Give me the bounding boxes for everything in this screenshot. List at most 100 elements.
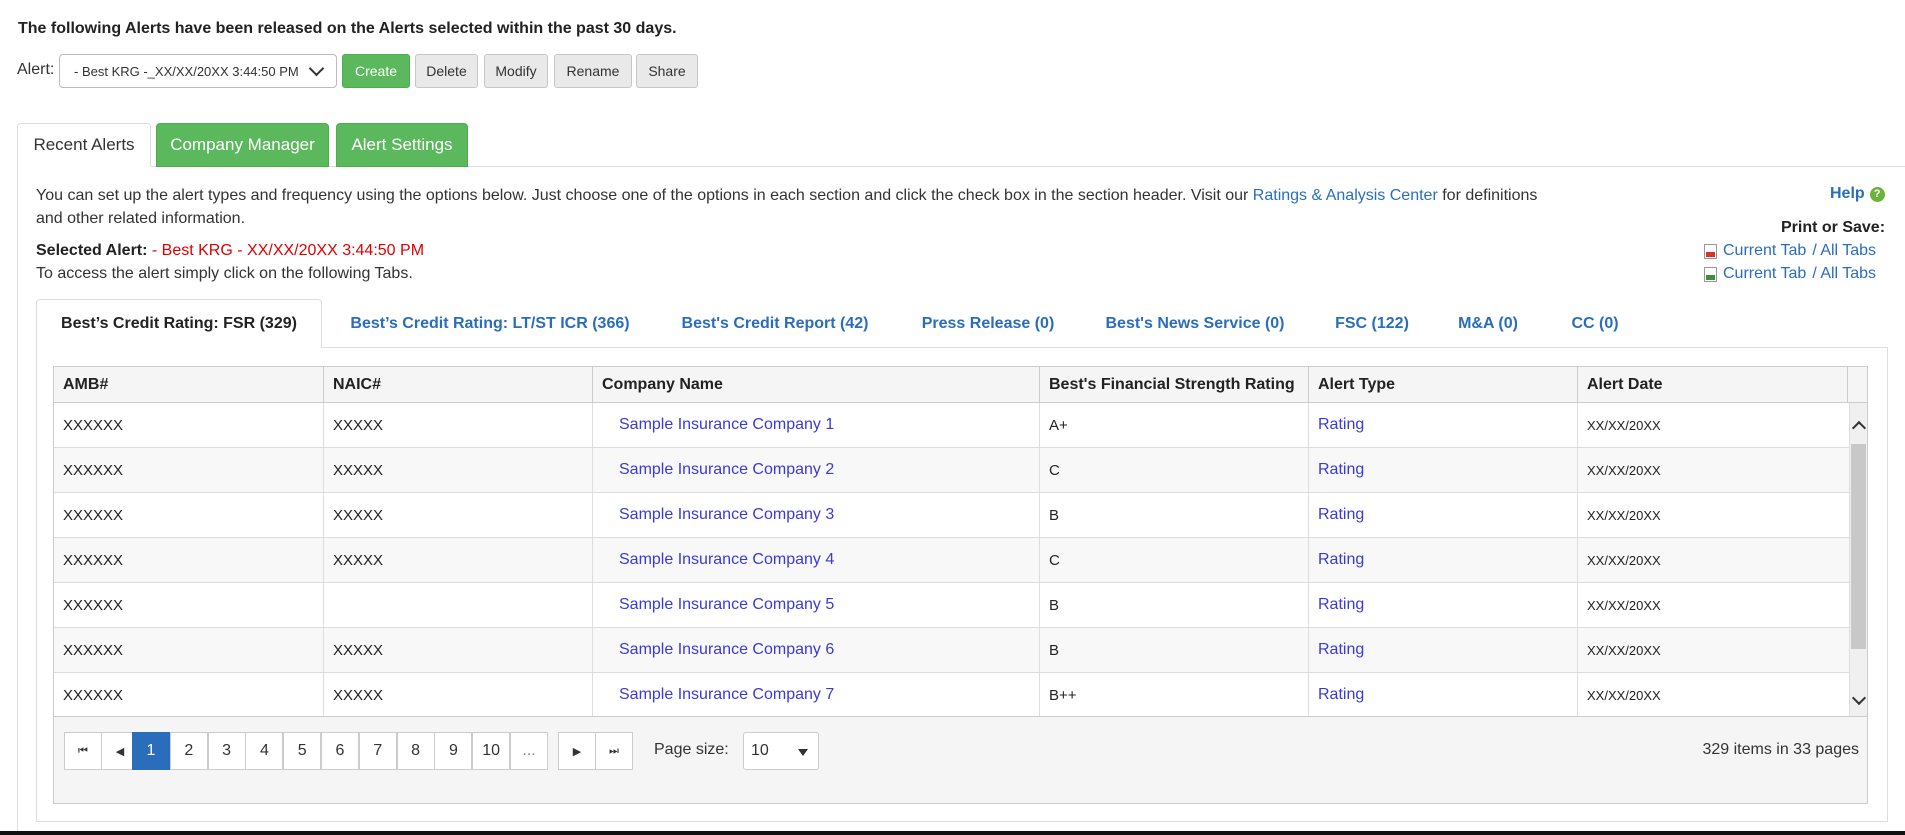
subtab-cc[interactable]: CC (0) [1555,299,1635,348]
question-icon: ? [1869,186,1885,202]
next-page-icon[interactable]: ▶ [558,732,596,770]
cell-company-name[interactable]: Sample Insurance Company 3 [593,493,1040,537]
cell-alert-date: XX/XX/20XX [1578,673,1850,716]
cell-company-name[interactable]: Sample Insurance Company 4 [593,538,1040,582]
cell-fsr: B [1040,583,1309,627]
cell-naic: XXXXX [324,673,593,716]
pdf-all-tabs-link[interactable]: / All Tabs [1812,242,1876,260]
selected-alert-value: - Best KRG - XX/XX/20XX 3:44:50 PM [147,242,425,259]
cell-company-name[interactable]: Sample Insurance Company 7 [593,673,1040,716]
page-button[interactable]: 6 [321,732,359,770]
cell-alert-date: XX/XX/20XX [1578,538,1850,582]
delete-button[interactable]: Delete [415,54,478,88]
print-save-label: Print or Save: [1781,219,1886,236]
cell-company-name[interactable]: Sample Insurance Company 5 [593,583,1040,627]
table-row[interactable]: XXXXXX XXXXX Sample Insurance Company 6 B Ra… [54,628,1850,673]
cell-fsr: B [1040,493,1309,537]
cell-alert-type[interactable]: Rating [1309,448,1578,492]
access-instructions: To access the alert simply click on the … [36,265,413,282]
cell-company-name[interactable]: Sample Insurance Company 2 [593,448,1040,492]
page-button[interactable]: 9 [434,732,473,770]
column-header-naic[interactable]: NAIC# [324,367,593,402]
cell-alert-type[interactable]: Rating [1309,493,1578,537]
table-row[interactable]: XXXXXX XXXXX Sample Insurance Company 3 B Ra… [54,493,1850,538]
pdf-current-tab-link[interactable]: Current Tab [1723,242,1806,260]
last-page-icon[interactable]: ⏭ [595,732,633,770]
first-page-icon[interactable]: ⏮ [64,732,102,770]
cell-alert-type[interactable]: Rating [1309,403,1578,447]
page-size-label: Page size: [654,741,729,758]
cell-alert-type[interactable]: Rating [1309,538,1578,582]
grid-scrollbar[interactable] [1850,403,1867,716]
cell-amb: XXXXXX [54,538,324,582]
page-button[interactable]: 10 [472,732,511,770]
page-button[interactable]: 4 [245,732,284,770]
cell-fsr: A+ [1040,403,1309,447]
cell-alert-date: XX/XX/20XX [1578,493,1850,537]
page-size-select[interactable]: 10 [743,732,819,770]
tab-recent-alerts[interactable]: Recent Alerts [17,123,151,167]
column-header-alert-type[interactable]: Alert Type [1309,367,1578,402]
cell-alert-date: XX/XX/20XX [1578,448,1850,492]
column-header-company-name[interactable]: Company Name [593,367,1040,402]
subtab-press-release[interactable]: Press Release (0) [903,299,1073,348]
table-row[interactable]: XXXXXX XXXXX Sample Insurance Company 7 B++… [54,673,1850,716]
table-row[interactable]: XXXXXX XXXXX Sample Insurance Company 2 C Ra… [54,448,1850,493]
page-button[interactable]: 3 [207,732,246,770]
cell-naic: XXXXX [324,493,593,537]
subtab-fsc[interactable]: FSC (122) [1322,299,1422,348]
chevron-down-icon [308,60,325,77]
help-link[interactable]: Help ? [1830,185,1885,203]
page-button[interactable]: 1 [132,732,170,770]
page-button[interactable]: 5 [283,732,322,770]
subtab-credit-report[interactable]: Best's Credit Report (42) [665,299,885,348]
cell-naic: XXXXX [324,403,593,447]
column-header-alert-date[interactable]: Alert Date [1578,367,1848,402]
cell-company-name[interactable]: Sample Insurance Company 1 [593,403,1040,447]
cell-naic [324,583,593,627]
tab-company-manager[interactable]: Company Manager [156,123,329,167]
create-button[interactable]: Create [342,54,410,88]
cell-alert-type[interactable]: Rating [1309,628,1578,672]
column-header-fsr[interactable]: Best's Financial Strength Rating [1040,367,1309,402]
cell-amb: XXXXXX [54,448,324,492]
page-button[interactable]: 7 [358,732,397,770]
intro-text-part: You can set up the alert types and frequ… [36,187,1253,204]
cell-alert-type[interactable]: Rating [1309,583,1578,627]
subtab-news-service[interactable]: Best's News Service (0) [1093,299,1297,348]
cell-amb: XXXXXX [54,628,324,672]
table-row[interactable]: XXXXXX XXXXX Sample Insurance Company 4 C Ra… [54,538,1850,583]
page-button[interactable]: 2 [169,732,208,770]
excel-current-tab-link[interactable]: Current Tab [1723,265,1806,283]
cell-amb: XXXXXX [54,493,324,537]
cell-alert-type[interactable]: Rating [1309,673,1578,716]
chevron-down-icon[interactable] [1851,690,1867,706]
cell-company-name[interactable]: Sample Insurance Company 6 [593,628,1040,672]
subtab-ltst-icr[interactable]: Best’s Credit Rating: LT/ST ICR (366) [332,299,648,348]
excel-all-tabs-link[interactable]: / All Tabs [1812,265,1876,283]
cell-fsr: B [1040,628,1309,672]
grid-body: XXXXXX XXXXX Sample Insurance Company 1 A+ R… [54,403,1850,716]
print-pdf-row: Current Tab / All Tabs [1704,242,1876,260]
scrollbar-thumb[interactable] [1851,444,1866,649]
tab-alert-settings[interactable]: Alert Settings [336,123,468,167]
table-row[interactable]: XXXXXX XXXXX Sample Insurance Company 1 A+ R… [54,403,1850,448]
subtab-ma[interactable]: M&A (0) [1447,299,1529,348]
cell-naic: XXXXX [324,448,593,492]
chevron-up-icon[interactable] [1851,420,1867,436]
selected-alert-label: Selected Alert: [36,242,148,259]
ratings-analysis-center-link[interactable]: Ratings & Analysis Center [1253,187,1438,204]
page-button[interactable]: 8 [396,732,435,770]
table-row[interactable]: XXXXXX Sample Insurance Company 5 B Rating X… [54,583,1850,628]
alert-select[interactable]: - Best KRG -_XX/XX/20XX 3:44:50 PM [59,54,337,88]
column-header-amb[interactable]: AMB# [54,367,324,402]
pdf-icon [1704,243,1717,259]
page-headline: The following Alerts have been released … [18,20,677,37]
rename-button[interactable]: Rename [554,54,632,88]
intro-text: You can set up the alert types and frequ… [36,184,1566,230]
modify-button[interactable]: Modify [484,54,548,88]
cell-naic: XXXXX [324,628,593,672]
share-button[interactable]: Share [636,54,698,88]
subtab-fsr[interactable]: Best’s Credit Rating: FSR (329) [36,299,322,348]
page-button[interactable]: ... [510,732,548,770]
